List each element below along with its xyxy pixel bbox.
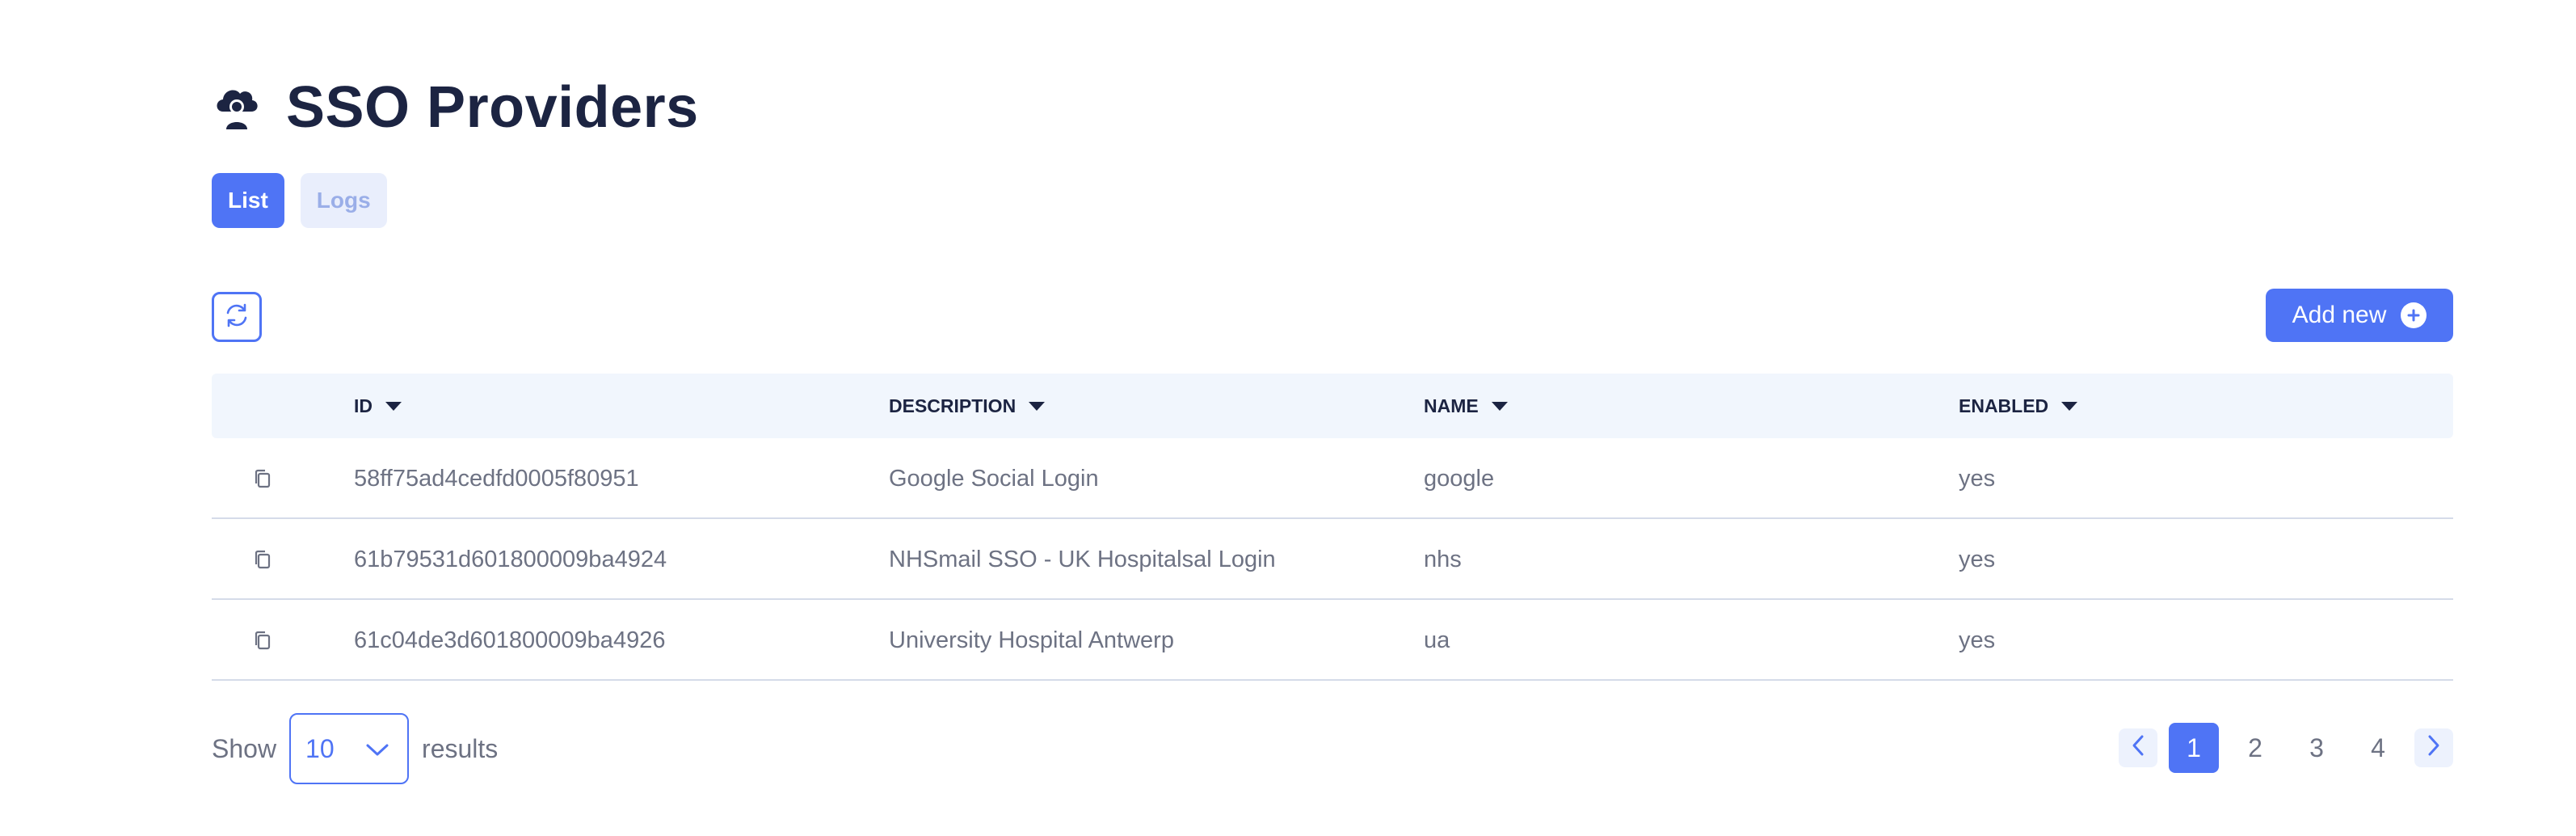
cloud-user-icon [212, 82, 262, 133]
add-new-button[interactable]: Add new [2266, 289, 2453, 342]
cell-name: google [1424, 465, 1495, 492]
refresh-icon [223, 302, 250, 333]
tab-logs[interactable]: Logs [300, 173, 387, 228]
page-header: SSO Providers [212, 71, 699, 144]
sort-caret-icon [1029, 401, 1046, 411]
table-row: 58ff75ad4cedfd0005f80951 Google Social L… [212, 438, 2453, 519]
cell-description: University Hospital Antwerp [889, 627, 1174, 653]
column-header-enabled[interactable]: ENABLED [1959, 374, 2078, 438]
column-label: ENABLED [1959, 395, 2049, 416]
cell-name: nhs [1424, 546, 1462, 572]
show-label: Show [212, 733, 277, 763]
page-size-select[interactable]: 10 [289, 713, 410, 784]
page-size-control: Show 10 results [212, 713, 498, 784]
page-size-value: 10 [305, 733, 335, 763]
table-header: ID DESCRIPTION NAME ENABLED [212, 374, 2453, 438]
cell-enabled: yes [1959, 627, 1996, 653]
chevron-right-icon [2427, 733, 2441, 763]
cell-id: 61c04de3d601800009ba4926 [354, 627, 666, 653]
previous-page-button[interactable] [2119, 728, 2157, 767]
table-row: 61c04de3d601800009ba4926 University Hosp… [212, 600, 2453, 681]
page-button-2[interactable]: 2 [2230, 723, 2280, 773]
page-button-4[interactable]: 4 [2353, 723, 2403, 773]
column-header-description[interactable]: DESCRIPTION [889, 374, 1046, 438]
sort-caret-icon [1491, 401, 1508, 411]
column-label: ID [354, 395, 373, 416]
cell-description: NHSmail SSO - UK Hospitalsal Login [889, 546, 1276, 572]
column-label: DESCRIPTION [889, 395, 1017, 416]
cell-enabled: yes [1959, 546, 1996, 572]
page-button-1[interactable]: 1 [2169, 723, 2219, 773]
page-button-3[interactable]: 3 [2292, 723, 2342, 773]
sso-providers-page: SSO Providers List Logs Add new ID DESCR… [0, 0, 2576, 836]
chevron-left-icon [2131, 733, 2145, 763]
cell-id: 58ff75ad4cedfd0005f80951 [354, 465, 639, 492]
column-header-id[interactable]: ID [354, 374, 402, 438]
page-title: SSO Providers [286, 75, 699, 140]
next-page-button[interactable] [2414, 728, 2453, 767]
sort-caret-icon [385, 401, 402, 411]
tab-list[interactable]: List [212, 173, 284, 228]
chevron-down-icon [365, 734, 389, 764]
add-new-label: Add new [2292, 302, 2387, 328]
table-row: 61b79531d601800009ba4924 NHSmail SSO - U… [212, 519, 2453, 600]
copy-icon[interactable] [250, 438, 275, 519]
cell-enabled: yes [1959, 465, 1996, 492]
providers-table: ID DESCRIPTION NAME ENABLED 58ff75ad4ced… [212, 374, 2453, 681]
sort-caret-icon [2061, 401, 2078, 411]
cell-id: 61b79531d601800009ba4924 [354, 546, 667, 572]
results-label: results [422, 733, 499, 763]
copy-icon[interactable] [250, 600, 275, 681]
cell-description: Google Social Login [889, 465, 1099, 492]
cell-name: ua [1424, 627, 1450, 653]
pagination: 1 2 3 4 [2119, 723, 2453, 773]
column-label: NAME [1424, 395, 1479, 416]
view-tabs: List Logs [212, 173, 387, 228]
column-header-name[interactable]: NAME [1424, 374, 1508, 438]
refresh-button[interactable] [212, 292, 262, 342]
copy-icon[interactable] [250, 519, 275, 600]
plus-circle-icon [2401, 302, 2427, 328]
